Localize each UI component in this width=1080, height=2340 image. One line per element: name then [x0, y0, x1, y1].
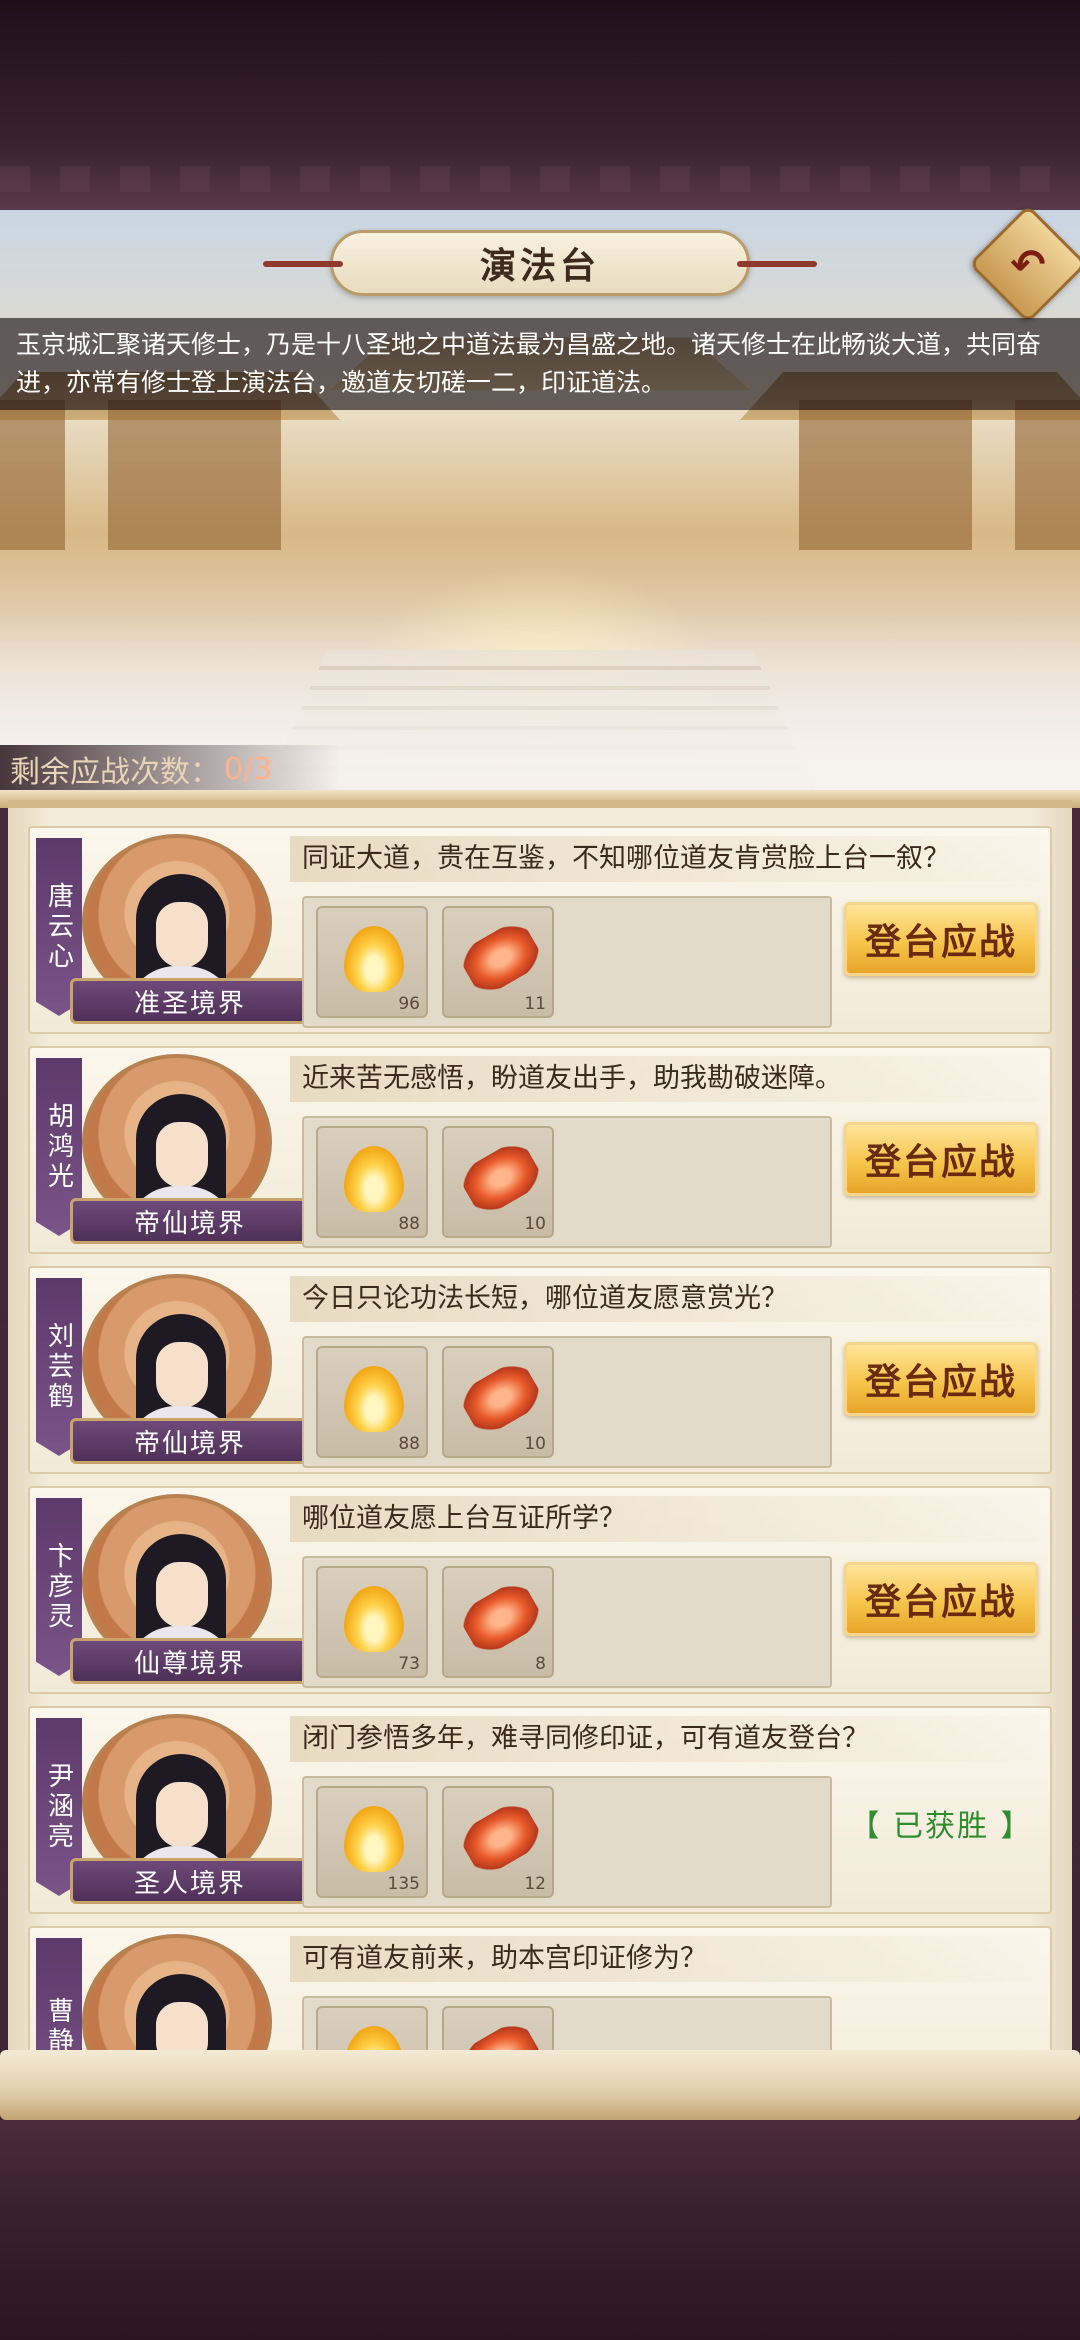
red-scroll-icon	[455, 916, 547, 1000]
challenger-quote: 闭门参悟多年，难寻同修印证，可有道友登台？	[290, 1716, 1040, 1762]
reward-item[interactable]: 12	[442, 1786, 554, 1898]
challenger-name: 卞彦灵	[43, 1542, 74, 1632]
reward-item[interactable]: 10	[442, 1126, 554, 1238]
challenger-name: 唐云心	[43, 882, 74, 972]
red-scroll-icon	[455, 1356, 547, 1440]
reward-item[interactable]: 135	[316, 1786, 428, 1898]
challenger-list[interactable]: 唐云心 准圣境界 同证大道，贵在互鉴，不知哪位道友肯赏脸上台一叙？ 96 11 …	[28, 826, 1052, 2108]
reward-box: 135 12	[302, 1776, 832, 1908]
remaining-label: 剩余应战次数：	[10, 755, 220, 790]
realm-label: 帝仙境界	[70, 1418, 310, 1464]
challenger-list-panel[interactable]: 唐云心 准圣境界 同证大道，贵在互鉴，不知哪位道友肯赏脸上台一叙？ 96 11 …	[8, 800, 1072, 2120]
reward-item[interactable]: 88	[316, 1346, 428, 1458]
reward-qty: 73	[398, 1654, 420, 1674]
reward-box: 96 11	[302, 896, 832, 1028]
golden-flame-icon	[344, 1586, 404, 1652]
reward-item[interactable]: 11	[442, 906, 554, 1018]
reward-qty: 12	[524, 1874, 546, 1894]
reward-item[interactable]: 88	[316, 1126, 428, 1238]
challenger-quote: 可有道友前来，助本宫印证修为？	[290, 1936, 1040, 1982]
reward-item[interactable]: 10	[442, 1346, 554, 1458]
back-arrow-icon[interactable]: ↶	[986, 222, 1070, 306]
hero-scene	[0, 210, 1080, 800]
golden-flame-icon	[344, 1366, 404, 1432]
reward-qty: 135	[387, 1874, 420, 1894]
challenger-quote: 哪位道友愿上台互证所学？	[290, 1496, 1040, 1542]
reward-box: 73 8	[302, 1556, 832, 1688]
golden-flame-icon	[344, 926, 404, 992]
challenger-quote: 今日只论功法长短，哪位道友愿意赏光？	[290, 1276, 1040, 1322]
challenger-quote: 近来苦无感悟，盼道友出手，助我勘破迷障。	[290, 1056, 1040, 1102]
remaining-count: 0/3	[224, 751, 273, 787]
palace-hall	[0, 400, 1080, 550]
top-frame	[0, 0, 1080, 210]
challenger-name: 刘芸鹤	[43, 1322, 74, 1412]
red-scroll-icon	[455, 1136, 547, 1220]
accept-challenge-button[interactable]: 登台应战	[844, 1122, 1038, 1196]
reward-item[interactable]: 8	[442, 1566, 554, 1678]
accept-challenge-button[interactable]: 登台应战	[844, 1562, 1038, 1636]
reward-qty: 96	[398, 994, 420, 1014]
accept-challenge-button[interactable]: 登台应战	[844, 1342, 1038, 1416]
challenger-name: 胡鸿光	[43, 1102, 74, 1192]
scroll-bottom-rod	[0, 2050, 1080, 2120]
realm-label: 圣人境界	[70, 1858, 310, 1904]
golden-flame-icon	[344, 1806, 404, 1872]
red-scroll-icon	[455, 1796, 547, 1880]
reward-qty: 8	[535, 1654, 546, 1674]
red-scroll-icon	[455, 1576, 547, 1660]
reward-qty: 10	[524, 1214, 546, 1234]
challenger-card: 唐云心 准圣境界 同证大道，贵在互鉴，不知哪位道友肯赏脸上台一叙？ 96 11 …	[28, 826, 1052, 1034]
reward-qty: 10	[524, 1434, 546, 1454]
reward-qty: 11	[524, 994, 546, 1014]
realm-label: 准圣境界	[70, 978, 310, 1024]
realm-label: 帝仙境界	[70, 1198, 310, 1244]
won-status: 【 已获胜 】	[849, 1809, 1033, 1844]
reward-item[interactable]: 96	[316, 906, 428, 1018]
reward-qty: 88	[398, 1214, 420, 1234]
reward-item[interactable]: 73	[316, 1566, 428, 1678]
bottom-frame	[0, 2120, 1080, 2340]
title-plate: 演法台	[263, 230, 817, 296]
challenger-name: 尹涵亮	[43, 1762, 74, 1852]
remaining-challenges: 剩余应战次数： 0/3	[0, 745, 340, 793]
reward-qty: 88	[398, 1434, 420, 1454]
golden-flame-icon	[344, 1146, 404, 1212]
challenger-card: 刘芸鹤 帝仙境界 今日只论功法长短，哪位道友愿意赏光？ 88 10 登台应战	[28, 1266, 1052, 1474]
challenger-card: 胡鸿光 帝仙境界 近来苦无感悟，盼道友出手，助我勘破迷障。 88 10 登台应战	[28, 1046, 1052, 1254]
intro-text: 玉京城汇聚诸天修士，乃是十八圣地之中道法最为昌盛之地。诸天修士在此畅谈大道，共同…	[0, 318, 1080, 410]
challenger-card: 尹涵亮 圣人境界 闭门参悟多年，难寻同修印证，可有道友登台？ 135 12 【 …	[28, 1706, 1052, 1914]
realm-label: 仙尊境界	[70, 1638, 310, 1684]
reward-box: 88 10	[302, 1116, 832, 1248]
challenger-card: 卞彦灵 仙尊境界 哪位道友愿上台互证所学？ 73 8 登台应战	[28, 1486, 1052, 1694]
accept-challenge-button[interactable]: 登台应战	[844, 902, 1038, 976]
challenger-name: 曹静	[43, 1997, 74, 2057]
challenger-quote: 同证大道，贵在互鉴，不知哪位道友肯赏脸上台一叙？	[290, 836, 1040, 882]
reward-box: 88 10	[302, 1336, 832, 1468]
page-title: 演法台	[479, 245, 600, 287]
